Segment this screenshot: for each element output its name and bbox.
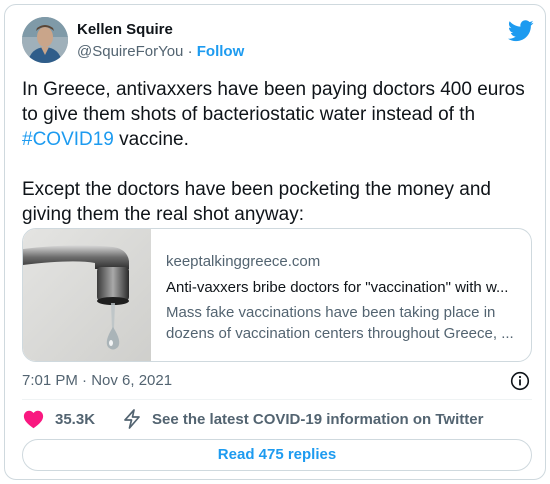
info-icon[interactable] <box>510 371 530 391</box>
link-preview-card[interactable]: keeptalkinggreece.com Anti-vaxxers bribe… <box>22 228 532 362</box>
tweet-timestamp[interactable]: 7:01 PM · Nov 6, 2021 <box>22 372 172 389</box>
link-preview-text: keeptalkinggreece.com Anti-vaxxers bribe… <box>166 253 521 344</box>
covid-info-label: See the latest COVID-19 information on T… <box>152 411 484 428</box>
link-description-line: Mass fake vaccinations have been taking … <box>166 304 496 321</box>
avatar-photo-icon <box>22 17 68 63</box>
read-replies-button[interactable]: Read 475 replies <box>22 439 532 471</box>
link-description: Mass fake vaccinations have been taking … <box>166 302 521 344</box>
tweet-text-end: vaccine. <box>113 129 189 150</box>
tweet-text-part: In Greece, antivaxxers have been paying … <box>22 79 525 125</box>
heart-icon[interactable] <box>23 409 44 429</box>
separator-dot: · <box>187 43 193 60</box>
twitter-bird-icon[interactable] <box>508 20 534 42</box>
link-title: Anti-vaxxers bribe doctors for "vaccinat… <box>166 279 509 296</box>
author-handle[interactable]: @SquireForYou <box>77 43 183 60</box>
divider <box>22 399 532 400</box>
hashtag-link[interactable]: #COVID19 <box>22 129 114 150</box>
link-description-line: dozens of vaccination centers throughout… <box>166 325 514 342</box>
author-handle-row: @SquireForYou · Follow <box>77 43 244 60</box>
tweet-card: Kellen Squire @SquireForYou · Follow In … <box>4 4 546 480</box>
like-count[interactable]: 35.3K <box>55 411 95 428</box>
tweet-body: In Greece, antivaxxers have been paying … <box>22 77 537 227</box>
follow-button[interactable]: Follow <box>197 43 245 60</box>
tweet-paragraph-2: Except the doctors have been pocketing t… <box>22 179 491 225</box>
tweet-paragraph-1: In Greece, antivaxxers have been paying … <box>22 77 537 152</box>
author-name[interactable]: Kellen Squire <box>77 21 173 38</box>
author-avatar[interactable] <box>22 17 68 63</box>
link-domain: keeptalkinggreece.com <box>166 253 321 270</box>
lightning-bolt-icon <box>124 409 140 429</box>
faucet-thumbnail-icon <box>23 229 151 361</box>
